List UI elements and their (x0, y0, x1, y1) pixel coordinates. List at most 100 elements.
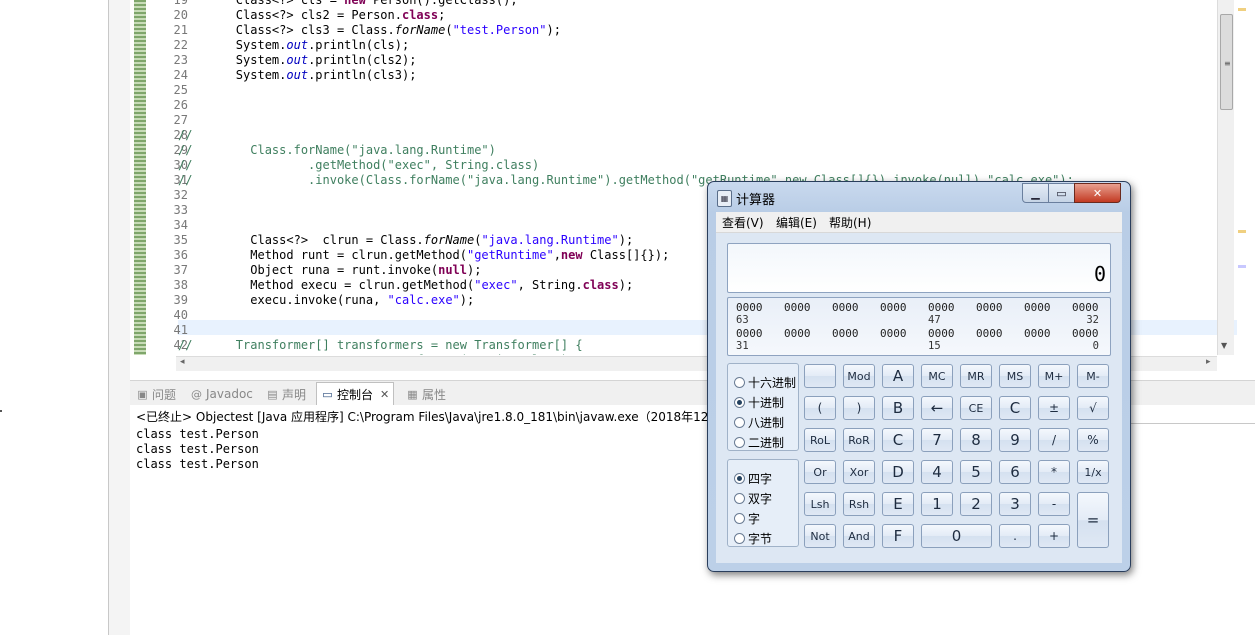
key-button[interactable]: * (1038, 460, 1070, 484)
key-button[interactable]: M- (1077, 364, 1109, 388)
key-button[interactable]: ± (1038, 396, 1070, 420)
key-button[interactable]: ( (804, 396, 836, 420)
tab-console[interactable]: ▭ 控制台 ✕ (316, 382, 395, 406)
bit-group[interactable]: 0000 (1072, 327, 1104, 340)
key-button[interactable]: % (1077, 428, 1109, 452)
tab-javadoc[interactable]: @ Javadoc (190, 385, 253, 403)
editor-scroll-thumb[interactable]: ≡ (1220, 14, 1233, 110)
radio-button[interactable] (734, 472, 745, 484)
overview-mark[interactable] (1238, 230, 1246, 233)
bit-group[interactable]: 0000 (1024, 327, 1056, 340)
key-button[interactable]: MC (921, 364, 953, 388)
word-size-option[interactable]: 双字 (734, 490, 772, 506)
radix-option[interactable]: 十六进制 (734, 374, 796, 390)
bit-group[interactable]: 0000 (736, 327, 768, 340)
key-button[interactable]: / (1038, 428, 1070, 452)
bit-group[interactable]: 0000 (880, 301, 912, 314)
menu-view[interactable]: 查看(V) (722, 214, 764, 231)
word-size-option[interactable]: 四字 (734, 470, 772, 486)
key-button[interactable] (804, 364, 836, 388)
radio-button[interactable] (734, 532, 745, 544)
key-button[interactable]: . (999, 524, 1031, 548)
key-button[interactable]: Lsh (804, 492, 836, 516)
menu-edit[interactable]: 编辑(E) (776, 214, 817, 231)
maximize-button[interactable]: ▭ (1048, 183, 1075, 203)
line-number: 25 (173, 83, 188, 97)
key-button[interactable]: MS (999, 364, 1031, 388)
radio-button[interactable] (734, 416, 745, 428)
tab-problems[interactable]: ▣ 问题 (136, 385, 176, 403)
menu-help[interactable]: 帮助(H) (829, 214, 871, 231)
scroll-right-arrow-icon[interactable]: ▸ (1206, 357, 1211, 367)
key-button[interactable]: ) (843, 396, 875, 420)
key-button[interactable]: 1 (921, 492, 953, 516)
key-button[interactable]: + (1038, 524, 1070, 548)
key-button[interactable]: Not (804, 524, 836, 548)
key-button[interactable]: M+ (1038, 364, 1070, 388)
key-button[interactable]: D (882, 460, 914, 484)
editor-vertical-scrollbar[interactable]: ≡ ▼ (1217, 0, 1234, 355)
key-button[interactable]: 5 (960, 460, 992, 484)
bit-group[interactable]: 0000 (784, 327, 816, 340)
close-button[interactable]: ✕ (1074, 183, 1121, 203)
key-button[interactable]: - (1038, 492, 1070, 516)
key-button[interactable]: And (843, 524, 875, 548)
tab-declaration[interactable]: ▤ 声明 (266, 385, 306, 403)
key-button[interactable]: Or (804, 460, 836, 484)
bit-group[interactable]: 0000 (784, 301, 816, 314)
bit-group[interactable]: 0000 (976, 327, 1008, 340)
bit-group[interactable]: 0000 (976, 301, 1008, 314)
scroll-left-arrow-icon[interactable]: ◂ (180, 357, 185, 367)
key-button[interactable]: 7 (921, 428, 953, 452)
radio-button[interactable] (734, 376, 745, 388)
overview-mark[interactable] (1238, 265, 1246, 268)
key-button[interactable]: Mod (843, 364, 875, 388)
key-button[interactable]: 1/x (1077, 460, 1109, 484)
key-button[interactable]: Xor (843, 460, 875, 484)
key-button[interactable]: ← (921, 396, 953, 420)
key-button[interactable]: 2 (960, 492, 992, 516)
key-button[interactable]: MR (960, 364, 992, 388)
key-button[interactable]: RoL (804, 428, 836, 452)
key-button[interactable]: RoR (843, 428, 875, 452)
radio-button[interactable] (734, 512, 745, 524)
key-button[interactable]: = (1077, 492, 1109, 548)
close-icon[interactable]: ✕ (380, 388, 389, 401)
key-button[interactable]: CE (960, 396, 992, 420)
radix-option[interactable]: 二进制 (734, 434, 784, 450)
bit-group[interactable]: 0000 (1072, 301, 1104, 314)
bit-group[interactable]: 0000 (928, 327, 960, 340)
key-button[interactable]: C (999, 396, 1031, 420)
key-button[interactable]: A (882, 364, 914, 388)
key-button[interactable]: E (882, 492, 914, 516)
key-button[interactable]: 3 (999, 492, 1031, 516)
bit-group[interactable]: 0000 (736, 301, 768, 314)
radio-button[interactable] (734, 436, 745, 448)
key-button[interactable]: 9 (999, 428, 1031, 452)
word-size-option[interactable]: 字节 (734, 530, 772, 546)
radix-option[interactable]: 八进制 (734, 414, 784, 430)
key-button[interactable]: 0 (921, 524, 992, 548)
key-button[interactable]: C (882, 428, 914, 452)
key-button[interactable]: B (882, 396, 914, 420)
word-size-option[interactable]: 字 (734, 510, 760, 526)
scroll-down-arrow-icon[interactable]: ▼ (1221, 341, 1227, 350)
key-button[interactable]: Rsh (843, 492, 875, 516)
radio-button[interactable] (734, 396, 745, 408)
tab-properties[interactable]: ▦ 属性 (406, 385, 446, 403)
key-button[interactable]: F (882, 524, 914, 548)
key-button[interactable]: 4 (921, 460, 953, 484)
key-button[interactable]: √ (1077, 396, 1109, 420)
bit-group[interactable]: 0000 (880, 327, 912, 340)
calculator-window[interactable]: ▦ 计算器 ▁ ▭ ✕ 查看(V) 编辑(E) 帮助(H) 0 0000 0000… (707, 181, 1131, 572)
bit-group[interactable]: 0000 (928, 301, 960, 314)
radix-option[interactable]: 十进制 (734, 394, 784, 410)
bit-group[interactable]: 0000 (1024, 301, 1056, 314)
key-button[interactable]: 8 (960, 428, 992, 452)
key-button[interactable]: 6 (999, 460, 1031, 484)
bit-group[interactable]: 0000 (832, 327, 864, 340)
bit-group[interactable]: 0000 (832, 301, 864, 314)
radio-button[interactable] (734, 492, 745, 504)
overview-mark[interactable] (1238, 8, 1246, 11)
minimize-button[interactable]: ▁ (1022, 183, 1049, 203)
